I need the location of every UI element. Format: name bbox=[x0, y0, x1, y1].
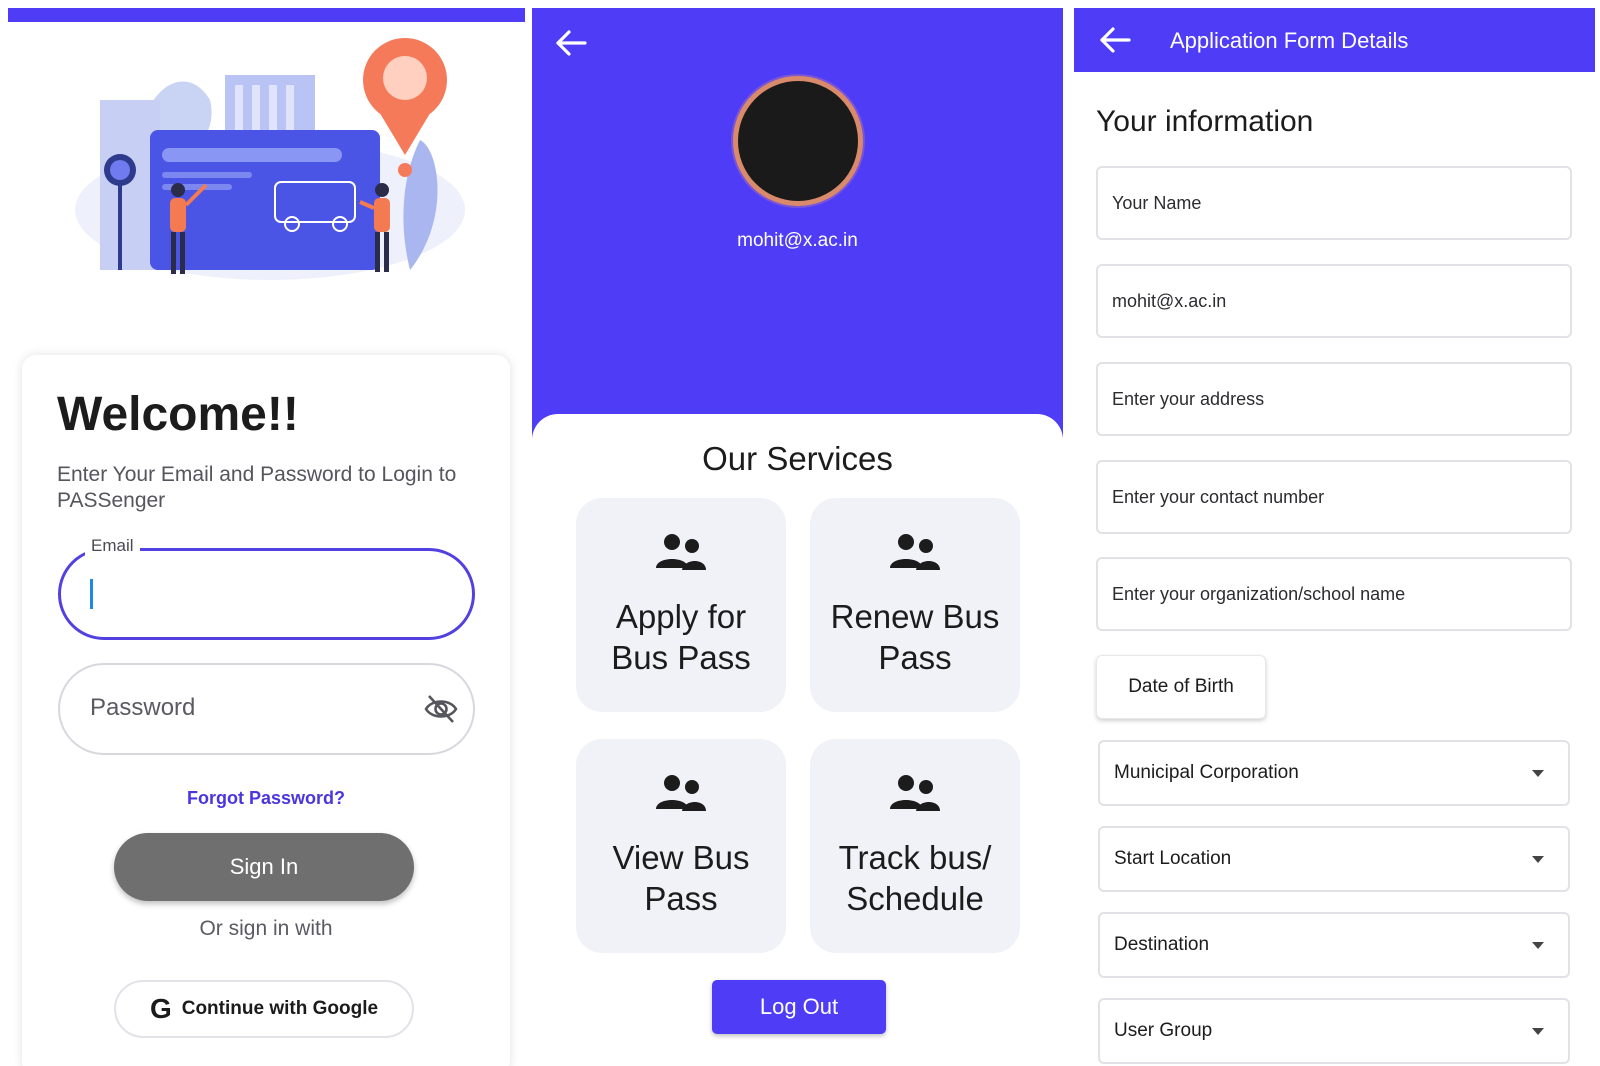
tile-label: Track bus/ Schedule bbox=[838, 839, 992, 917]
caret-down-icon bbox=[1532, 942, 1544, 949]
services-title: Our Services bbox=[702, 440, 893, 477]
people-icon bbox=[890, 534, 940, 570]
people-icon bbox=[656, 534, 706, 570]
bus-pass-illustration bbox=[75, 38, 465, 280]
password-placeholder: Password bbox=[90, 694, 196, 721]
name-field[interactable]: Your Name bbox=[1096, 166, 1572, 240]
tile-label: Renew Bus Pass bbox=[830, 598, 1000, 676]
status-bar bbox=[8, 8, 525, 22]
services-screen: mohit@x.ac.in Our Services Apply for Bus… bbox=[530, 0, 1068, 1066]
tile-label: Apply for Bus Pass bbox=[611, 598, 751, 676]
date-of-birth-button[interactable]: Date of Birth bbox=[1096, 655, 1266, 719]
login-card: Welcome!! Enter Your Email and Password … bbox=[22, 355, 510, 1066]
contact-number-field[interactable]: Enter your contact number bbox=[1096, 460, 1572, 534]
email-field[interactable]: mohit@x.ac.in bbox=[1096, 264, 1572, 338]
google-button-label: Continue with Google bbox=[181, 998, 379, 1019]
caret-down-icon bbox=[1532, 856, 1544, 863]
back-arrow-icon[interactable] bbox=[554, 29, 588, 57]
track-bus-schedule-tile[interactable]: Track bus/ Schedule bbox=[810, 739, 1020, 953]
tile-label: View Bus Pass bbox=[612, 839, 750, 917]
application-form-screen: Application Form Details Your informatio… bbox=[1068, 0, 1600, 1066]
address-field[interactable]: Enter your address bbox=[1096, 362, 1572, 436]
back-arrow-icon[interactable] bbox=[1098, 26, 1132, 54]
text-cursor bbox=[90, 579, 93, 609]
municipal-corporation-dropdown[interactable]: Municipal Corporation bbox=[1098, 740, 1570, 806]
view-bus-pass-tile[interactable]: View Bus Pass bbox=[576, 739, 786, 953]
profile-email: mohit@x.ac.in bbox=[737, 230, 858, 251]
eye-off-icon[interactable] bbox=[423, 691, 459, 727]
organization-field[interactable]: Enter your organization/school name bbox=[1096, 557, 1572, 631]
sign-in-button[interactable]: Sign In bbox=[114, 833, 414, 901]
google-icon: G bbox=[149, 993, 172, 1024]
password-field[interactable]: Password bbox=[58, 663, 475, 755]
renew-bus-pass-tile[interactable]: Renew Bus Pass bbox=[810, 498, 1020, 712]
login-subtitle: Enter Your Email and Password to Login t… bbox=[57, 463, 457, 512]
caret-down-icon bbox=[1532, 770, 1544, 777]
login-screen: Welcome!! Enter Your Email and Password … bbox=[0, 0, 530, 1066]
dropdown-label: Municipal Corporation bbox=[1114, 762, 1299, 783]
people-icon bbox=[890, 775, 940, 811]
email-label: Email bbox=[85, 536, 140, 556]
profile-header: mohit@x.ac.in bbox=[532, 8, 1063, 438]
or-sign-in-text: Or sign in with bbox=[199, 917, 333, 940]
start-location-dropdown[interactable]: Start Location bbox=[1098, 826, 1570, 892]
page-title: Application Form Details bbox=[1170, 28, 1409, 53]
people-icon bbox=[656, 775, 706, 811]
forgot-password-link[interactable]: Forgot Password? bbox=[22, 788, 510, 809]
destination-dropdown[interactable]: Destination bbox=[1098, 912, 1570, 978]
app-bar: Application Form Details bbox=[1074, 8, 1595, 72]
user-group-dropdown[interactable]: User Group bbox=[1098, 998, 1570, 1064]
email-field[interactable]: Email bbox=[58, 536, 475, 640]
your-information-heading: Your information bbox=[1096, 105, 1314, 138]
welcome-heading: Welcome!! bbox=[57, 388, 299, 441]
dropdown-label: Start Location bbox=[1114, 848, 1232, 869]
apply-bus-pass-tile[interactable]: Apply for Bus Pass bbox=[576, 498, 786, 712]
services-panel: Our Services Apply for Bus Pass Renew Bu… bbox=[532, 414, 1063, 1066]
caret-down-icon bbox=[1532, 1028, 1544, 1035]
google-sign-in-button[interactable]: G Continue with Google bbox=[114, 980, 414, 1038]
log-out-button[interactable]: Log Out bbox=[712, 980, 886, 1034]
dropdown-label: User Group bbox=[1114, 1020, 1213, 1041]
dropdown-label: Destination bbox=[1114, 934, 1210, 955]
avatar[interactable] bbox=[733, 76, 863, 206]
